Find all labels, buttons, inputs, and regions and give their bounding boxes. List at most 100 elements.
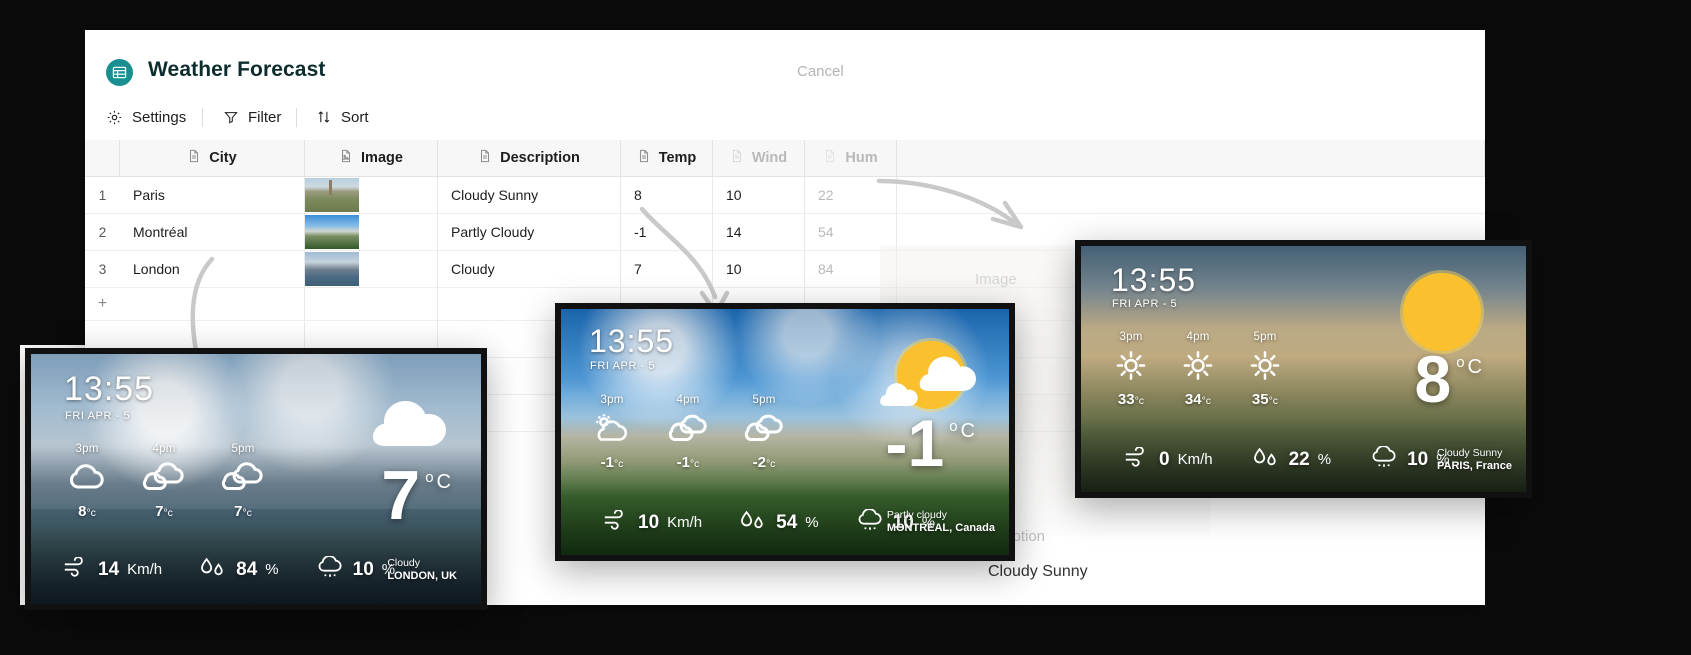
temp-unit: oC <box>949 418 975 443</box>
condition-text: Cloudy <box>387 557 421 569</box>
cell-city[interactable]: Paris <box>120 177 305 213</box>
stat-value: 84 <box>236 558 258 580</box>
hour-label: 4pm <box>1186 331 1210 343</box>
column-header-temp[interactable]: Temp <box>621 140 713 176</box>
weather-card-london[interactable]: 13:55 FRI APR - 5 3pm 8°c 4pm 7°c 5pm 7°… <box>25 348 487 610</box>
clouds-icon <box>140 462 188 498</box>
humidity-icon <box>738 509 768 536</box>
column-header-image[interactable]: Image <box>305 140 438 176</box>
clouds-icon <box>219 462 267 498</box>
hour-temp: -1°c <box>600 454 624 471</box>
column-header-spacer <box>897 140 1485 176</box>
table-row[interactable]: 1 Paris Cloudy Sunny 8 10 22 <box>85 177 1485 214</box>
settings-label: Settings <box>132 108 187 126</box>
filter-button[interactable]: Filter <box>223 105 281 129</box>
cancel-button[interactable]: Cancel <box>797 63 844 80</box>
column-header-temp-label: Temp <box>658 150 697 166</box>
cell-city[interactable]: London <box>120 251 305 287</box>
hour-label: 4pm <box>152 443 176 455</box>
cell-description[interactable]: Cloudy <box>438 251 621 287</box>
hour-label: 3pm <box>1119 331 1143 343</box>
hour-slot: 5pm 35°c <box>1245 331 1285 408</box>
hour-label: 5pm <box>231 443 255 455</box>
toolbar-divider-2 <box>296 108 297 127</box>
column-header-city[interactable]: City <box>120 140 305 176</box>
big-temp-value: 8 <box>1414 342 1452 416</box>
funnel-icon <box>223 109 239 125</box>
current-temperature-paris: 8 oC <box>1414 342 1482 416</box>
cell-city-empty[interactable] <box>120 288 305 320</box>
cell-city[interactable]: Montréal <box>120 214 305 250</box>
text-file-icon <box>730 149 744 167</box>
text-file-icon <box>637 149 651 167</box>
hour-temp: -2°c <box>752 454 776 471</box>
cell-temp[interactable]: -1 <box>621 214 713 250</box>
stat-wind: 0 Km/h <box>1124 446 1213 472</box>
cell-temp[interactable]: 7 <box>621 251 713 287</box>
cell-spacer <box>897 177 1485 213</box>
window-header: Weather Forecast Cancel <box>85 30 1485 95</box>
column-header-wind-label: Wind <box>751 150 788 166</box>
toolbar: Settings Filter Sort <box>85 94 1485 141</box>
cloud-icon <box>65 462 109 498</box>
column-header-description[interactable]: Description <box>438 140 621 176</box>
sun-icon <box>1111 350 1151 386</box>
cloud-icon <box>367 395 455 460</box>
clouds-icon <box>664 413 712 449</box>
rain-icon <box>1369 445 1399 473</box>
stat-wind: 10 Km/h <box>603 509 702 535</box>
hourly-forecast-london: 3pm 8°c 4pm 7°c 5pm 7°c <box>65 443 267 520</box>
ghost-image-label: Image <box>975 271 1017 288</box>
sort-label: Sort <box>341 108 369 126</box>
weather-card-paris[interactable]: 13:55 FRI APR - 5 3pm 33°c 4pm 34°c 5pm … <box>1075 240 1532 498</box>
cell-temp[interactable]: 8 <box>621 177 713 213</box>
stat-value: 22 <box>1288 448 1310 470</box>
column-header-wind[interactable]: Wind <box>713 140 805 176</box>
settings-button[interactable]: Settings <box>106 105 186 129</box>
card-time: 13:55 <box>64 370 155 408</box>
hour-slot: 4pm 34°c <box>1178 331 1218 408</box>
weather-card-montreal[interactable]: 13:55 FRI APR - 5 3pm -1°c 4pm -1°c 5pm <box>555 303 1015 561</box>
cell-image[interactable] <box>305 251 438 287</box>
cell-image-empty[interactable] <box>305 288 438 320</box>
stat-wind: 14 Km/h <box>63 556 163 582</box>
cell-description[interactable]: Partly Cloudy <box>438 214 621 250</box>
wind-icon <box>603 509 630 535</box>
big-temp-value: -1 <box>885 406 945 480</box>
location-text: LONDON, UK <box>387 570 457 583</box>
temp-unit: oC <box>1456 354 1482 379</box>
text-file-icon <box>187 149 201 167</box>
row-number: 2 <box>98 224 107 240</box>
stat-humidity: 22 % <box>1251 446 1331 473</box>
cell-image[interactable] <box>305 177 438 213</box>
cell-wind[interactable]: 10 <box>713 177 805 213</box>
hour-temp: 34°c <box>1184 391 1212 408</box>
cell-description[interactable]: Cloudy Sunny <box>438 177 621 213</box>
cell-wind[interactable]: 14 <box>713 214 805 250</box>
add-row-plus-icon: + <box>97 295 108 312</box>
stat-value: 14 <box>98 558 120 580</box>
sort-button[interactable]: Sort <box>316 105 369 129</box>
row-number: 3 <box>98 261 107 277</box>
stat-value: 10 <box>352 558 374 580</box>
hour-temp: 7°c <box>234 503 252 520</box>
cell-image[interactable] <box>305 214 438 250</box>
current-temperature-london: 7 oC <box>381 460 451 529</box>
hour-temp: 7°c <box>155 503 173 520</box>
toolbar-divider-1 <box>202 108 203 127</box>
stat-unit: Km/h <box>1177 451 1213 468</box>
rain-icon <box>315 555 345 583</box>
page-title: Weather Forecast <box>148 58 326 81</box>
location-label-london: Cloudy LONDON, UK <box>387 557 457 584</box>
stat-unit: Km/h <box>127 561 163 578</box>
stat-unit: % <box>1317 451 1332 468</box>
cell-wind[interactable]: 10 <box>713 251 805 287</box>
hour-label: 3pm <box>600 394 624 406</box>
stat-humidity: 54 % <box>738 509 819 536</box>
column-header-description-label: Description <box>500 150 580 166</box>
column-header-image-label: Image <box>361 150 403 166</box>
card-time: 13:55 <box>1111 262 1197 298</box>
column-header-hum[interactable]: Hum <box>805 140 897 176</box>
thumbnail-montreal <box>305 215 359 249</box>
cell-hum[interactable]: 22 <box>805 177 897 213</box>
